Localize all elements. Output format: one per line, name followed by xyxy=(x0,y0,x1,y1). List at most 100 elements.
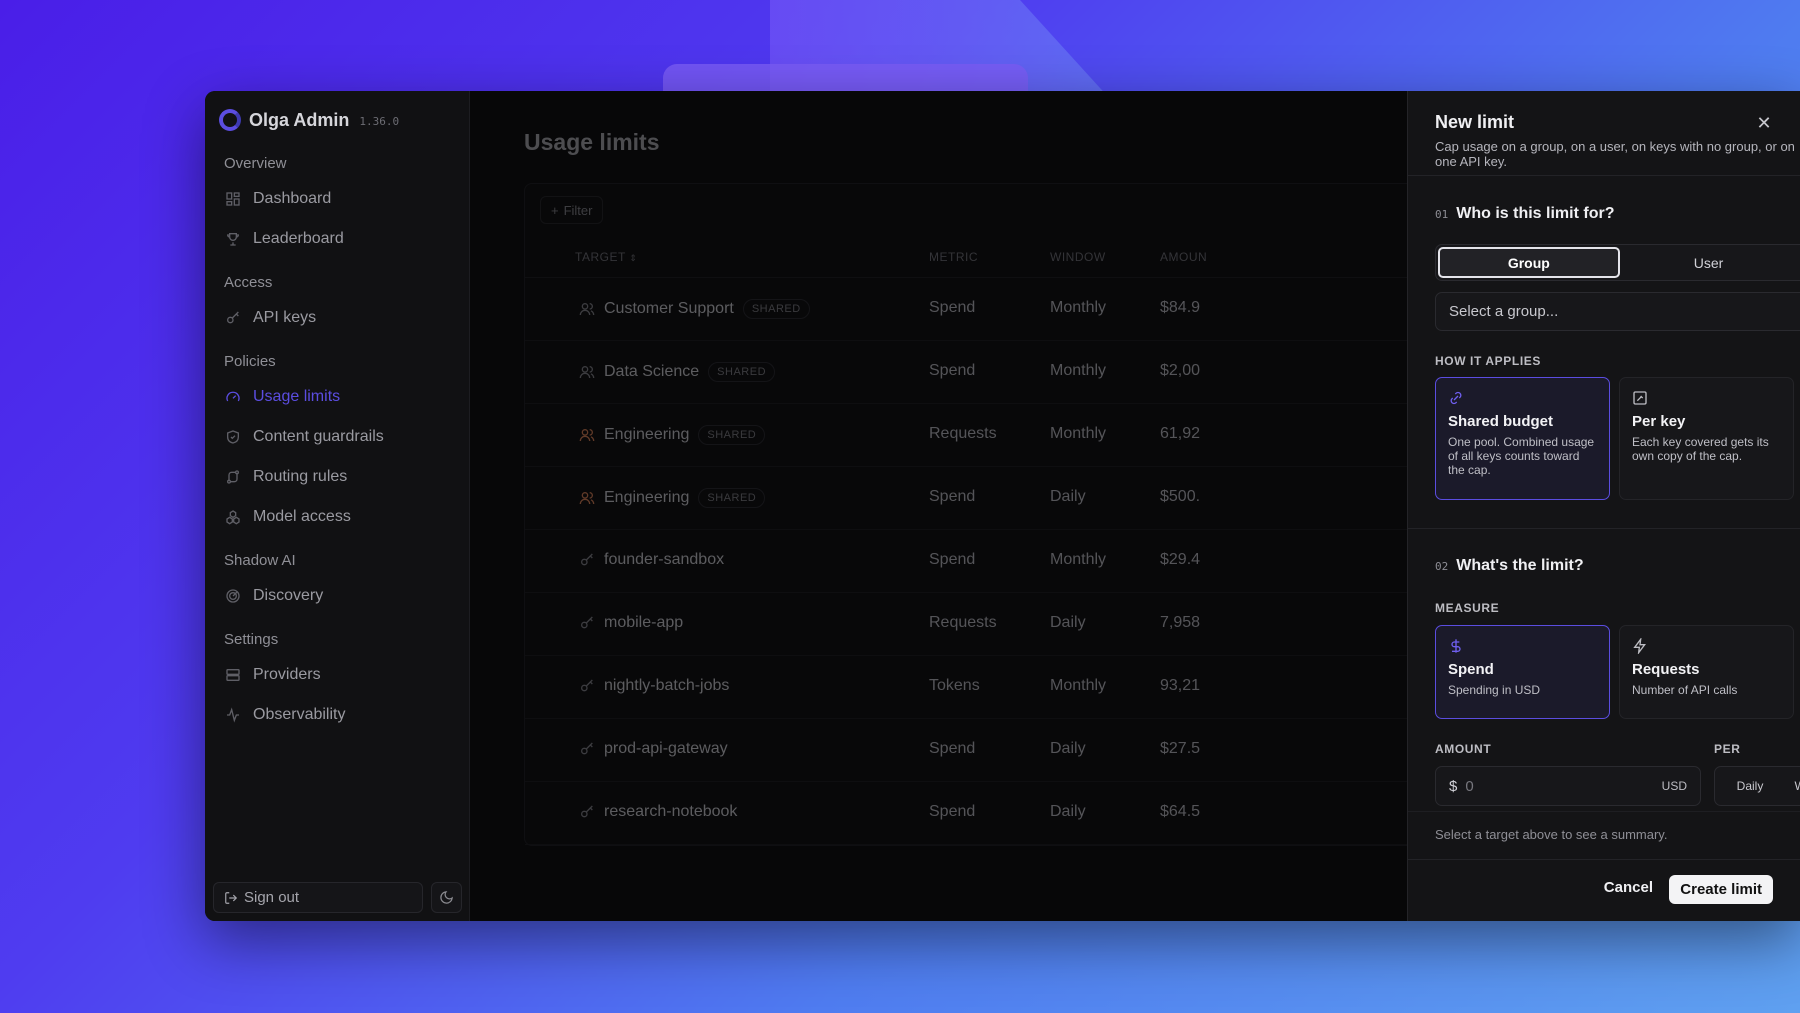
sidebar-item-observability[interactable]: Observability xyxy=(205,695,469,735)
target-name: founder-sandbox xyxy=(604,551,725,568)
measure-option-requests[interactable]: Requests Number of API calls xyxy=(1619,625,1794,719)
amount-cell: 7,958 xyxy=(1160,614,1201,631)
measure-label: MEASURE xyxy=(1435,601,1500,615)
group-select[interactable]: Select a group... ⇕ xyxy=(1435,292,1800,331)
step-title: Who is this limit for? xyxy=(1456,205,1615,222)
drawer-title: New limit xyxy=(1435,112,1515,132)
gauge-icon xyxy=(224,389,241,406)
sidebar-item-label: Model access xyxy=(253,508,351,525)
table-row[interactable]: Engineering SHARED Spend Daily $500. xyxy=(525,467,1423,530)
option-title: Shared budget xyxy=(1448,413,1554,430)
amount-cell: 93,21 xyxy=(1160,677,1201,694)
table-row[interactable]: mobile-app Requests Daily 7,958 xyxy=(525,593,1423,656)
logout-icon xyxy=(224,891,238,905)
option-title: Spend xyxy=(1448,661,1494,678)
theme-toggle-button[interactable] xyxy=(431,882,462,913)
shared-badge: SHARED xyxy=(742,299,810,319)
amount-input[interactable]: $ 0 USD xyxy=(1435,766,1701,806)
sidebar-item-label: Observability xyxy=(253,706,346,723)
metric-cell: Spend xyxy=(929,362,976,379)
sidebar-item-content-guardrails[interactable]: Content guardrails xyxy=(205,417,469,457)
route-icon xyxy=(224,469,241,486)
sign-out-label: Sign out xyxy=(244,889,300,906)
sidebar-footer: Sign out xyxy=(213,882,462,913)
sidebar-item-label: Content guardrails xyxy=(253,428,384,445)
key-icon xyxy=(579,552,595,568)
sidebar-item-routing-rules[interactable]: Routing rules xyxy=(205,457,469,497)
tab-group[interactable]: Group xyxy=(1438,247,1620,278)
sidebar-item-providers[interactable]: Providers xyxy=(205,655,469,695)
nav-section-title: Settings xyxy=(224,631,279,648)
table-row[interactable]: research-notebook Spend Daily $64.5 xyxy=(525,782,1423,845)
server-icon xyxy=(224,667,241,684)
currency-symbol: $ xyxy=(1449,777,1458,795)
table-row[interactable]: founder-sandbox Spend Monthly $29.4 xyxy=(525,530,1423,593)
option-title: Per key xyxy=(1632,413,1686,430)
create-limit-button[interactable]: Create limit xyxy=(1669,875,1773,904)
drawer-header: New limit Cap usage on a group, on a use… xyxy=(1408,91,1800,176)
target-type-tabs: GroupUserAPI key xyxy=(1435,244,1800,281)
table-row[interactable]: prod-api-gateway Spend Daily $27.5 xyxy=(525,719,1423,782)
column-header-metric: METRIC xyxy=(929,250,978,264)
table-row[interactable]: nightly-batch-jobs Tokens Monthly 93,21 xyxy=(525,656,1423,719)
divider xyxy=(1408,528,1800,529)
sidebar-item-discovery[interactable]: Discovery xyxy=(205,576,469,616)
option-description: One pool. Combined usage of all keys cou… xyxy=(1448,435,1595,477)
plus-icon: + xyxy=(551,202,559,218)
key-icon xyxy=(579,804,595,820)
how-it-applies-label: HOW IT APPLIES xyxy=(1435,354,1541,368)
sign-out-button[interactable]: Sign out xyxy=(213,882,423,913)
sidebar-item-usage-limits[interactable]: Usage limits xyxy=(205,377,469,417)
target-cell: founder-sandbox xyxy=(579,551,724,569)
measure-option-spend[interactable]: Spend Spending in USD xyxy=(1435,625,1610,719)
shield-icon xyxy=(224,429,241,446)
sidebar-item-leaderboard[interactable]: Leaderboard xyxy=(205,219,469,259)
close-icon[interactable]: ✕ xyxy=(1754,113,1774,133)
brand[interactable]: Olga Admin 1.36.0 xyxy=(219,109,399,131)
per-daily[interactable]: Daily xyxy=(1719,771,1781,801)
target-name: nightly-batch-jobs xyxy=(604,677,730,694)
window-cell: Monthly xyxy=(1050,299,1107,316)
apply-option-per-key[interactable]: Per key Each key covered gets its own cop… xyxy=(1619,377,1794,500)
column-header-target[interactable]: TARGET ⇕ xyxy=(575,250,637,264)
table-row[interactable]: Data Science SHARED Spend Monthly $2,00 xyxy=(525,341,1423,404)
cancel-button[interactable]: Cancel xyxy=(1604,879,1653,896)
drawer-subtitle: Cap usage on a group, on a user, on keys… xyxy=(1435,139,1795,169)
window-cell: Monthly xyxy=(1050,551,1107,568)
sidebar-item-api-keys[interactable]: API keys xyxy=(205,298,469,338)
sidebar-item-model-access[interactable]: Model access xyxy=(205,497,469,537)
window-cell: Daily xyxy=(1050,614,1086,631)
metric-cell: Tokens xyxy=(929,677,980,694)
key-icon xyxy=(579,615,595,631)
radar-icon xyxy=(224,588,241,605)
users-icon xyxy=(579,427,595,443)
target-name: mobile-app xyxy=(604,614,684,631)
moon-icon xyxy=(439,890,454,905)
sidebar-item-dashboard[interactable]: Dashboard xyxy=(205,179,469,219)
key-icon xyxy=(579,678,595,694)
target-cell: Customer Support SHARED xyxy=(579,299,810,319)
per-weekly[interactable]: Weekly xyxy=(1783,771,1800,801)
filter-button[interactable]: + Filter xyxy=(540,196,604,224)
apply-option-shared-budget[interactable]: Shared budget One pool. Combined usage of… xyxy=(1435,377,1610,500)
tab-user[interactable]: User xyxy=(1620,247,1798,278)
step-1-heading: 01 Who is this limit for? xyxy=(1435,205,1614,223)
metric-cell: Requests xyxy=(929,425,997,442)
table-row[interactable]: Customer Support SHARED Spend Monthly $84.9 xyxy=(525,278,1423,341)
table-row[interactable]: Engineering SHARED Requests Monthly 61,92 xyxy=(525,404,1423,467)
amount-cell: 61,92 xyxy=(1160,425,1201,442)
sidebar-item-label: Routing rules xyxy=(253,468,348,485)
metric-cell: Spend xyxy=(929,488,976,505)
target-cell: Data Science SHARED xyxy=(579,362,776,382)
target-name: Engineering xyxy=(604,489,690,506)
amount-cell: $84.9 xyxy=(1160,299,1201,316)
amount-placeholder: 0 xyxy=(1465,777,1474,795)
target-name: Engineering xyxy=(604,426,690,443)
new-limit-drawer: New limit Cap usage on a group, on a use… xyxy=(1407,91,1800,921)
sidebar-nav: Overview Dashboard Leaderboard Access API ke… xyxy=(205,149,469,735)
step-title: What's the limit? xyxy=(1456,557,1584,574)
target-name: prod-api-gateway xyxy=(604,740,728,757)
amount-unit: USD xyxy=(1661,779,1687,793)
window-cell: Daily xyxy=(1050,488,1086,505)
shared-badge: SHARED xyxy=(698,488,766,508)
